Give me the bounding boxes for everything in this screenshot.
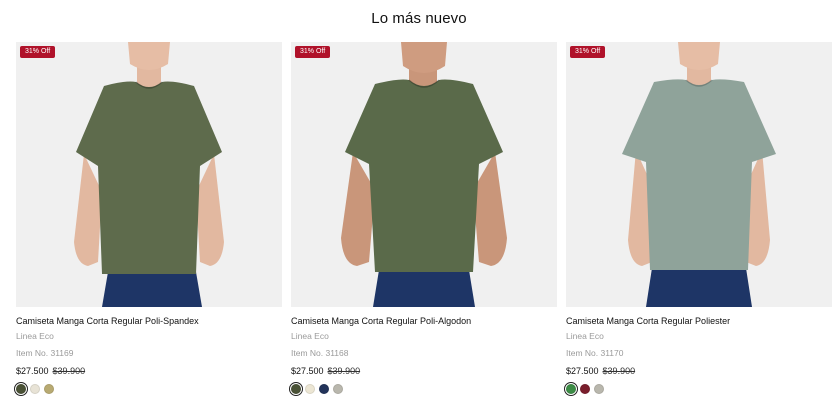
product-name[interactable]: Camiseta Manga Corta Regular Poli-Spande… bbox=[16, 315, 282, 327]
product-card[interactable]: 31% Off Camiseta Manga Corta Regular Pol… bbox=[564, 42, 832, 396]
model-photo bbox=[74, 42, 224, 307]
color-swatch[interactable] bbox=[44, 384, 54, 394]
color-swatch[interactable] bbox=[333, 384, 343, 394]
item-number: Item No. 31169 bbox=[16, 348, 74, 358]
original-price: $39.900 bbox=[52, 366, 86, 376]
color-swatches bbox=[14, 382, 282, 396]
price-row: $27.500 $39.900 bbox=[566, 365, 832, 377]
original-price: $39.900 bbox=[327, 366, 361, 376]
discount-badge: 31% Off bbox=[295, 46, 331, 58]
color-swatches bbox=[289, 382, 557, 396]
product-line: Linea Eco bbox=[566, 331, 604, 341]
product-line: Linea Eco bbox=[291, 331, 329, 341]
model-photo bbox=[341, 42, 507, 307]
model-photo bbox=[622, 42, 776, 307]
price-row: $27.500 $39.900 bbox=[16, 365, 282, 377]
current-price: $27.500 bbox=[291, 366, 324, 376]
color-swatches bbox=[564, 382, 832, 396]
product-image[interactable]: 31% Off bbox=[566, 42, 832, 307]
product-name[interactable]: Camiseta Manga Corta Regular Poliester bbox=[566, 315, 832, 327]
section-title: Lo más nuevo bbox=[371, 10, 467, 27]
original-price: $39.900 bbox=[602, 366, 636, 376]
product-card[interactable]: 31% Off Camiseta Manga Corta Regular Pol… bbox=[289, 42, 557, 396]
price-row: $27.500 $39.900 bbox=[291, 365, 557, 377]
product-section: Lo más nuevo 31% Off Camiseta Manga Cort… bbox=[0, 0, 838, 400]
color-swatch[interactable] bbox=[305, 384, 315, 394]
current-price: $27.500 bbox=[566, 366, 599, 376]
color-swatch[interactable] bbox=[564, 382, 578, 396]
color-swatch[interactable] bbox=[580, 384, 590, 394]
item-number: Item No. 31168 bbox=[291, 348, 349, 358]
product-name[interactable]: Camiseta Manga Corta Regular Poli-Algodo… bbox=[291, 315, 557, 327]
product-image[interactable]: 31% Off bbox=[16, 42, 282, 307]
color-swatch[interactable] bbox=[14, 382, 28, 396]
current-price: $27.500 bbox=[16, 366, 49, 376]
product-card[interactable]: 31% Off Camiseta Manga Corta Regular Pol… bbox=[14, 42, 282, 396]
discount-badge: 31% Off bbox=[570, 46, 606, 58]
color-swatch[interactable] bbox=[319, 384, 329, 394]
color-swatch[interactable] bbox=[594, 384, 604, 394]
product-line: Linea Eco bbox=[16, 331, 54, 341]
item-number: Item No. 31170 bbox=[566, 348, 624, 358]
product-image[interactable]: 31% Off bbox=[291, 42, 557, 307]
color-swatch[interactable] bbox=[30, 384, 40, 394]
discount-badge: 31% Off bbox=[20, 46, 56, 58]
color-swatch[interactable] bbox=[289, 382, 303, 396]
